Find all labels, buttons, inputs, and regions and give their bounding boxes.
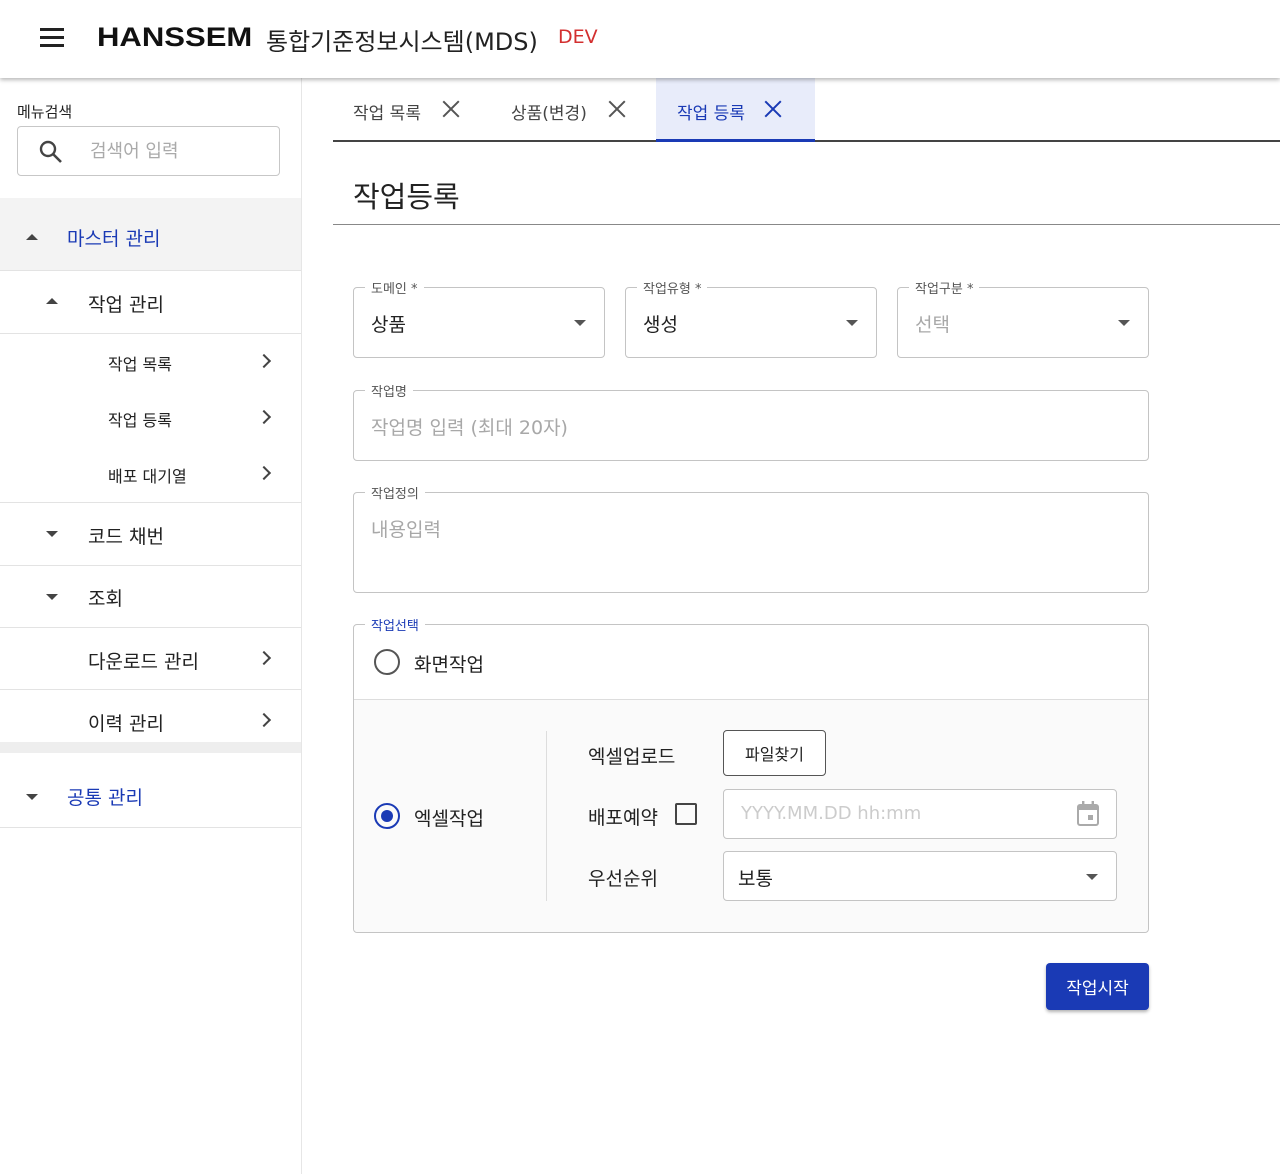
field-label: 작업선택 <box>365 615 425 634</box>
field-label: 작업정의 <box>365 483 425 502</box>
expand-icon <box>46 531 58 537</box>
top-bar: HANSSEM 통합기준정보시스템(MDS) DEV <box>0 0 1280 78</box>
work-type-select[interactable]: 작업유형 * 생성 <box>625 278 877 358</box>
caret-down-icon <box>1086 874 1098 880</box>
sidebar-item-label: 작업 목록 <box>108 355 172 374</box>
brand-logo: HANSSEM <box>97 22 253 52</box>
sidebar-item-download[interactable]: 다운로드 관리 <box>0 628 301 690</box>
sidebar-item-label: 작업 관리 <box>88 294 164 316</box>
vertical-divider <box>546 731 547 901</box>
sidebar-item-label: 작업 등록 <box>108 411 172 430</box>
sidebar-item-label: 이력 관리 <box>88 713 164 735</box>
sidebar: 메뉴검색 마스터 관리 작업 관리 작업 목록 작업 등록 배포 대기열 코드 … <box>0 78 302 1174</box>
caret-down-icon <box>846 320 858 326</box>
tab-label: 작업 등록 <box>677 104 745 124</box>
search-icon <box>39 140 62 163</box>
field-label: 작업명 <box>365 381 413 400</box>
sidebar-item-master[interactable]: 마스터 관리 <box>0 198 301 271</box>
sidebar-item-label: 조회 <box>88 588 123 610</box>
field-value: 선택 <box>915 314 950 336</box>
field-value: 보통 <box>738 868 773 890</box>
tab-label: 상품(변경) <box>511 104 587 124</box>
close-icon[interactable] <box>441 99 461 119</box>
menu-search-input[interactable] <box>90 138 270 164</box>
menu-icon[interactable] <box>40 28 66 48</box>
excel-upload-label: 엑셀업로드 <box>588 746 676 768</box>
chevron-right-icon <box>256 465 272 481</box>
screen-work-radio[interactable] <box>374 649 400 675</box>
sidebar-item-work-register[interactable]: 작업 등록 <box>0 390 301 446</box>
expand-icon <box>46 594 58 600</box>
deploy-reserve-label: 배포예약 <box>588 807 658 829</box>
work-select-group: 작업선택 화면작업 엑셀작업 엑셀업로드 파일찾기 배포예약 YYYY.MM.D… <box>353 615 1149 933</box>
chevron-right-icon <box>256 712 272 728</box>
main-content: 작업 목록 상품(변경) 작업 등록 작업등록 도메인 * 상품 작업유형 * … <box>302 78 1280 1174</box>
field-label: 도메인 * <box>365 278 424 297</box>
close-icon[interactable] <box>763 99 783 119</box>
field-placeholder: 작업명 입력 (최대 20자) <box>371 417 568 439</box>
divider <box>333 224 1280 225</box>
excel-work-radio[interactable] <box>374 803 400 829</box>
page-title: 작업등록 <box>353 180 460 214</box>
field-placeholder: YYYY.MM.DD hh:mm <box>741 803 922 824</box>
start-work-button[interactable]: 작업시작 <box>1046 963 1149 1010</box>
priority-select[interactable]: 보통 <box>723 851 1117 901</box>
sidebar-item-deploy-queue[interactable]: 배포 대기열 <box>0 446 301 503</box>
domain-select[interactable]: 도메인 * 상품 <box>353 278 605 358</box>
screen-work-label: 화면작업 <box>414 654 484 676</box>
deploy-reserve-checkbox[interactable] <box>675 803 697 825</box>
expand-icon <box>26 794 38 800</box>
close-icon[interactable] <box>607 99 627 119</box>
field-label: 작업구분 * <box>909 278 980 297</box>
caret-down-icon <box>574 320 586 326</box>
excel-work-label: 엑셀작업 <box>414 808 484 830</box>
sidebar-item-common[interactable]: 공통 관리 <box>0 764 301 828</box>
sidebar-item-code-numbering[interactable]: 코드 채번 <box>0 503 301 566</box>
collapse-icon <box>26 234 38 240</box>
tab-work-list[interactable]: 작업 목록 <box>333 78 483 140</box>
tab-bar: 작업 목록 상품(변경) 작업 등록 <box>333 78 1280 142</box>
tab-work-register[interactable]: 작업 등록 <box>656 78 815 142</box>
env-badge: DEV <box>558 26 598 48</box>
tab-product-change[interactable]: 상품(변경) <box>491 78 651 140</box>
field-value: 상품 <box>371 314 406 336</box>
calendar-icon[interactable] <box>1076 801 1100 827</box>
sidebar-item-label: 마스터 관리 <box>67 228 161 250</box>
tab-label: 작업 목록 <box>353 104 421 124</box>
field-placeholder: 내용입력 <box>371 519 441 541</box>
chevron-right-icon <box>256 353 272 369</box>
collapse-icon <box>46 298 58 304</box>
menu-search-label: 메뉴검색 <box>17 103 73 121</box>
menu-search-box <box>17 126 280 176</box>
work-definition-textarea[interactable]: 작업정의 내용입력 <box>353 483 1149 593</box>
priority-label: 우선순위 <box>588 868 658 890</box>
app-title: 통합기준정보시스템(MDS) <box>266 28 538 56</box>
sidebar-item-label: 배포 대기열 <box>108 467 187 486</box>
find-file-button[interactable]: 파일찾기 <box>723 730 826 776</box>
chevron-right-icon <box>256 409 272 425</box>
field-value: 생성 <box>643 314 678 336</box>
caret-down-icon <box>1118 320 1130 326</box>
sidebar-item-label: 공통 관리 <box>67 787 143 809</box>
sidebar-item-label: 코드 채번 <box>88 526 164 548</box>
work-name-input[interactable]: 작업명 작업명 입력 (최대 20자) <box>353 381 1149 461</box>
sidebar-item-label: 다운로드 관리 <box>88 651 199 673</box>
sidebar-item-work-list[interactable]: 작업 목록 <box>0 334 301 390</box>
work-category-select[interactable]: 작업구분 * 선택 <box>897 278 1149 358</box>
sidebar-item-history[interactable]: 이력 관리 <box>0 690 301 753</box>
field-label: 작업유형 * <box>637 278 708 297</box>
sidebar-item-inquiry[interactable]: 조회 <box>0 566 301 628</box>
deploy-datetime-input[interactable]: YYYY.MM.DD hh:mm <box>723 789 1117 839</box>
chevron-right-icon <box>256 650 272 666</box>
sidebar-item-work-manage[interactable]: 작업 관리 <box>0 271 301 334</box>
